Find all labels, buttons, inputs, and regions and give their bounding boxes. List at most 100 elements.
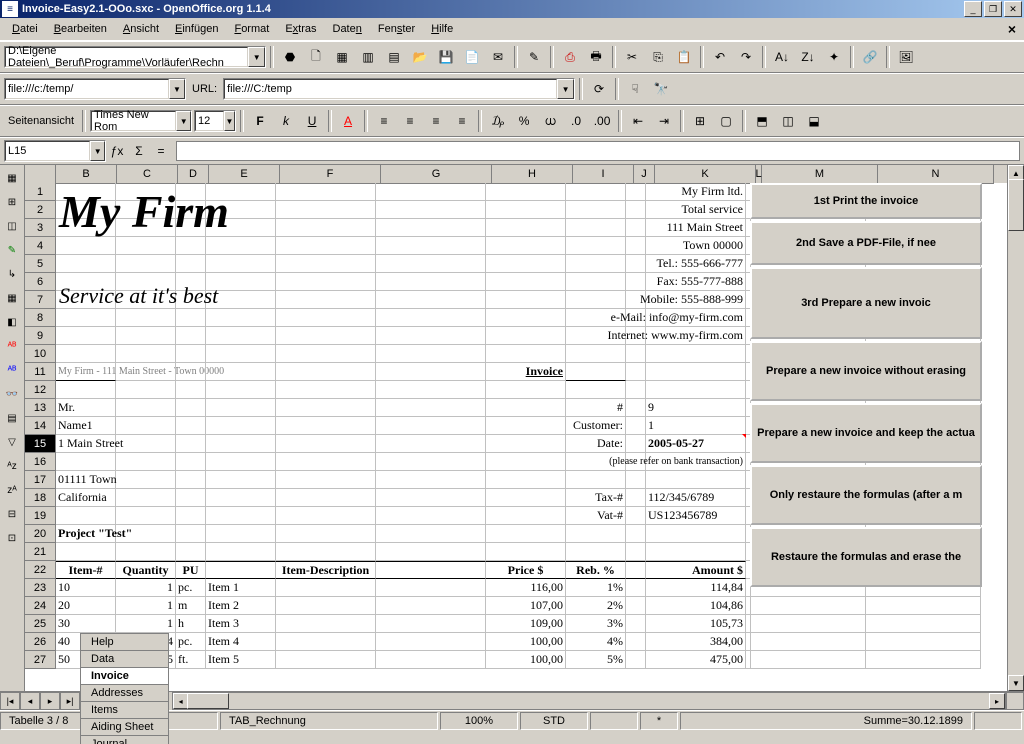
cell[interactable]: Reb. % [566, 561, 626, 579]
valign-top-icon[interactable]: ⬒ [750, 109, 774, 133]
cell[interactable] [206, 543, 276, 561]
cell[interactable]: 1 [116, 597, 176, 615]
cell[interactable] [176, 237, 206, 255]
cell[interactable] [276, 471, 376, 489]
cell[interactable] [566, 471, 626, 489]
cell[interactable]: Tel.: 555-666-777 [646, 255, 746, 273]
align-left-icon[interactable]: ≡ [372, 109, 396, 133]
cell[interactable] [751, 651, 866, 669]
cell[interactable] [206, 453, 276, 471]
cell[interactable] [56, 381, 116, 399]
cell[interactable] [276, 255, 376, 273]
cell[interactable] [176, 381, 206, 399]
cell[interactable] [116, 345, 176, 363]
cell[interactable] [376, 579, 486, 597]
cell[interactable]: Date: [566, 435, 626, 453]
cell[interactable] [646, 543, 746, 561]
cell[interactable] [486, 291, 566, 309]
navigator-icon[interactable]: ✦ [822, 45, 846, 69]
font-size-combo[interactable]: 12▼ [194, 110, 236, 132]
row-header[interactable]: 22 [25, 561, 56, 579]
cell[interactable] [56, 291, 116, 309]
cell[interactable] [276, 399, 376, 417]
cell[interactable]: My Firm ltd. [646, 183, 746, 201]
spellcheck-icon[interactable]: ᴬᴮ [1, 335, 23, 357]
cell[interactable] [751, 597, 866, 615]
cell[interactable] [626, 597, 646, 615]
cell[interactable] [376, 453, 486, 471]
grid[interactable]: BCDEFGHIJKLMN My Firm Service at it's be… [25, 165, 1007, 691]
cell[interactable]: e-Mail: info@my-firm.com [646, 309, 746, 327]
row-header[interactable]: 2 [25, 201, 56, 219]
cell[interactable] [116, 435, 176, 453]
cell[interactable]: 1% [566, 579, 626, 597]
cell[interactable] [176, 435, 206, 453]
menu-bearbeiten[interactable]: Bearbeiten [46, 21, 115, 37]
cell[interactable]: Name1 [56, 417, 116, 435]
cell[interactable] [176, 327, 206, 345]
cell[interactable] [626, 615, 646, 633]
row-header[interactable]: 24 [25, 597, 56, 615]
find-icon[interactable]: 👓 [1, 383, 23, 405]
cell[interactable] [566, 345, 626, 363]
cell[interactable] [116, 453, 176, 471]
cut-icon[interactable]: ✂ [620, 45, 644, 69]
binoculars-icon[interactable]: 🔭 [649, 77, 673, 101]
cell[interactable] [376, 255, 486, 273]
copy-icon[interactable]: ⎘ [646, 45, 670, 69]
cell[interactable] [626, 417, 646, 435]
save-icon[interactable]: 💾 [434, 45, 458, 69]
cell[interactable] [276, 489, 376, 507]
cell[interactable] [276, 183, 376, 201]
cell[interactable] [626, 489, 646, 507]
cell[interactable] [626, 237, 646, 255]
cell[interactable] [276, 453, 376, 471]
cell[interactable] [626, 255, 646, 273]
increase-indent-icon[interactable]: ⇥ [652, 109, 676, 133]
cell[interactable] [206, 435, 276, 453]
tab-prev-icon[interactable]: ◂ [20, 692, 40, 710]
cell[interactable] [56, 273, 116, 291]
cell[interactable] [566, 273, 626, 291]
cell[interactable]: 105,73 [646, 615, 746, 633]
cell[interactable] [206, 417, 276, 435]
cell[interactable]: # [566, 399, 626, 417]
formula-input[interactable] [176, 141, 1020, 161]
cell[interactable] [206, 219, 276, 237]
cell[interactable]: 4% [566, 633, 626, 651]
cell[interactable] [376, 471, 486, 489]
row-header[interactable]: 26 [25, 633, 56, 651]
cell[interactable]: Amount $ [646, 561, 746, 579]
cell[interactable] [116, 327, 176, 345]
tab-next-icon[interactable]: ▸ [40, 692, 60, 710]
cell[interactable] [206, 291, 276, 309]
cell[interactable] [116, 255, 176, 273]
cell[interactable] [176, 201, 206, 219]
row-header[interactable]: 10 [25, 345, 56, 363]
redo-icon[interactable]: ↷ [734, 45, 758, 69]
sheet-tab-addresses[interactable]: Addresses [80, 684, 169, 701]
cell-reference-combo[interactable]: L15▼ [4, 140, 106, 162]
hyperlink-icon[interactable]: 🔗 [858, 45, 882, 69]
grid-icon[interactable]: ▦ [330, 45, 354, 69]
cell[interactable] [376, 507, 486, 525]
row-header[interactable]: 12 [25, 381, 56, 399]
cell[interactable] [486, 201, 566, 219]
cell[interactable] [376, 327, 486, 345]
cell[interactable] [116, 183, 176, 201]
add-decimal-icon[interactable]: .0 [564, 109, 588, 133]
cell[interactable] [626, 507, 646, 525]
cell[interactable] [866, 615, 981, 633]
italic-button[interactable]: k [274, 109, 298, 133]
cell[interactable] [56, 453, 116, 471]
cell[interactable] [376, 633, 486, 651]
cell[interactable] [116, 363, 176, 381]
cell[interactable] [206, 345, 276, 363]
cell[interactable] [646, 381, 746, 399]
datasource-icon[interactable]: ▤ [1, 407, 23, 429]
cell[interactable] [116, 219, 176, 237]
cell[interactable] [206, 273, 276, 291]
cell[interactable]: 100,00 [486, 651, 566, 669]
cell[interactable] [626, 579, 646, 597]
row-header[interactable]: 1 [25, 183, 56, 201]
